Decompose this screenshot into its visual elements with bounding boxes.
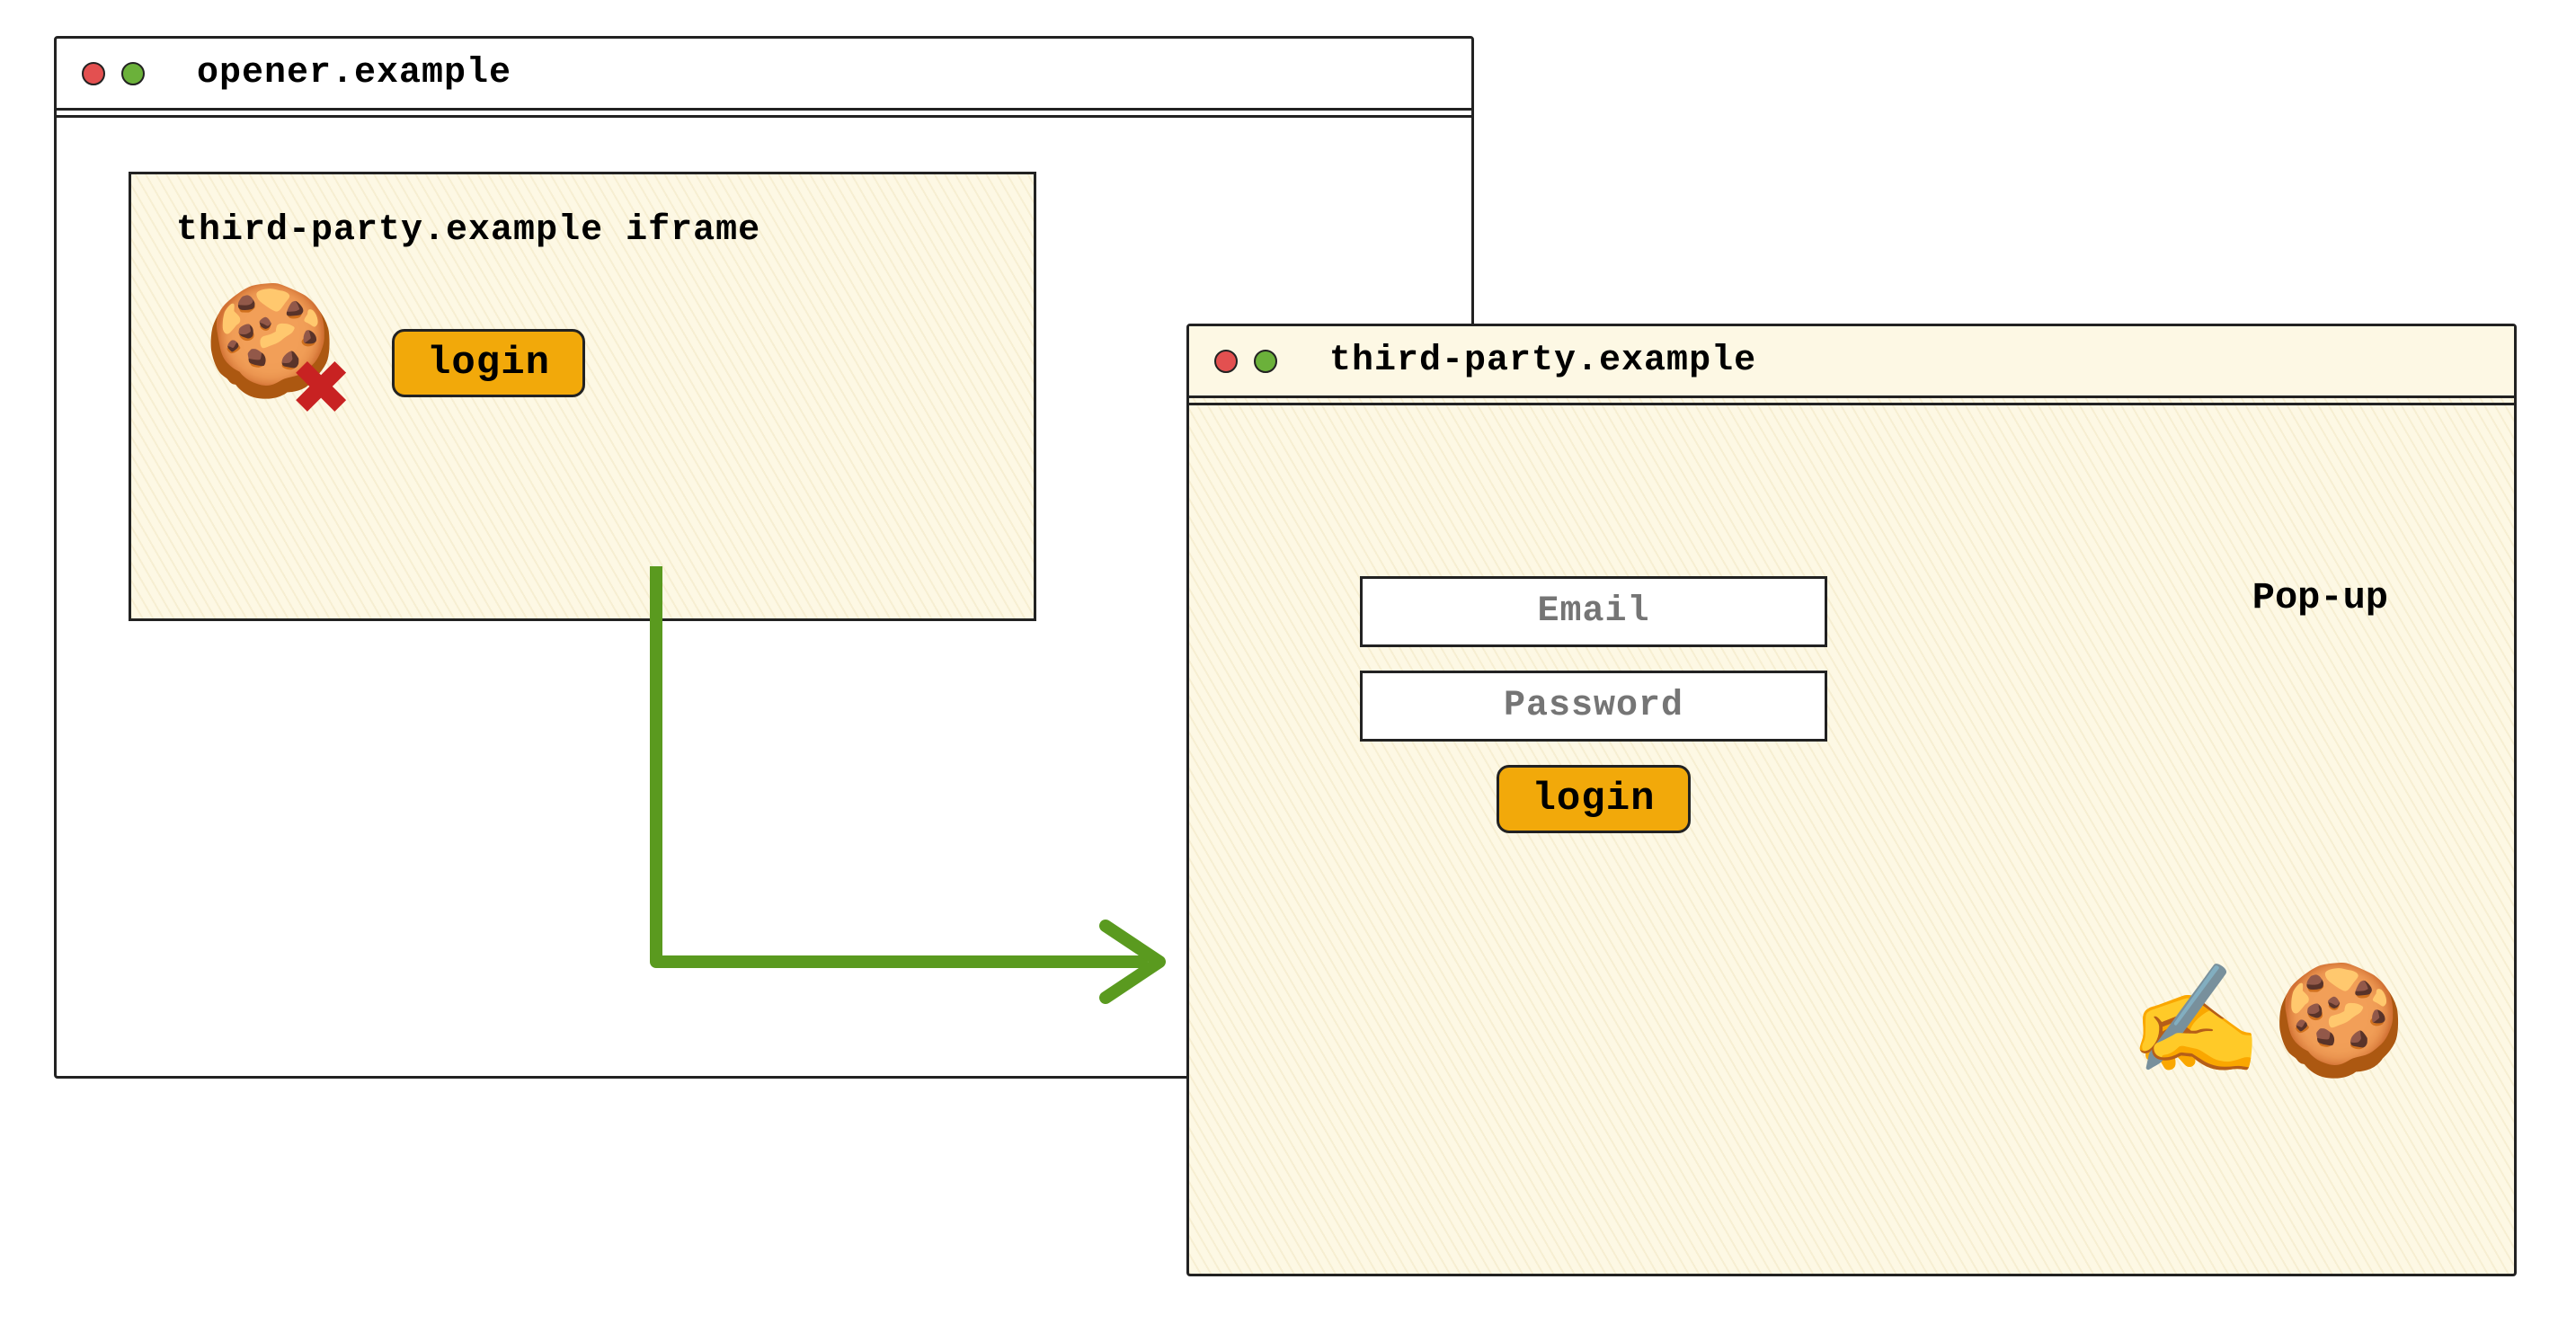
popup-window: third-party.example Pop-up login ✍️ 🍪 — [1186, 324, 2517, 1276]
iframe-login-button[interactable]: login — [392, 329, 585, 397]
login-form: login — [1360, 576, 1827, 833]
popup-content: Pop-up login ✍️ 🍪 — [1189, 405, 2514, 1290]
close-icon[interactable] — [1214, 350, 1238, 373]
opener-titlebar: opener.example — [57, 39, 1471, 111]
iframe-label: third-party.example iframe — [131, 174, 1034, 269]
maximize-icon[interactable] — [1254, 350, 1277, 373]
email-field[interactable] — [1360, 576, 1827, 647]
third-party-iframe: third-party.example iframe 🍪 ✖ login — [129, 172, 1036, 621]
maximize-icon[interactable] — [121, 62, 145, 85]
popup-address: third-party.example — [1329, 341, 1756, 381]
cookie-set-indicator: ✍️ 🍪 — [2128, 975, 2406, 1083]
blocked-cookie: 🍪 ✖ — [203, 296, 338, 431]
blocked-x-icon: ✖ — [293, 346, 352, 445]
popup-label: Pop-up — [2252, 576, 2388, 619]
opener-address: opener.example — [197, 53, 511, 93]
popup-login-button[interactable]: login — [1497, 765, 1690, 833]
popup-titlebar: third-party.example — [1189, 326, 2514, 398]
writing-hand-icon: ✍️ — [2128, 975, 2262, 1083]
cookie-icon: 🍪 — [2272, 975, 2406, 1083]
password-field[interactable] — [1360, 671, 1827, 742]
close-icon[interactable] — [82, 62, 105, 85]
